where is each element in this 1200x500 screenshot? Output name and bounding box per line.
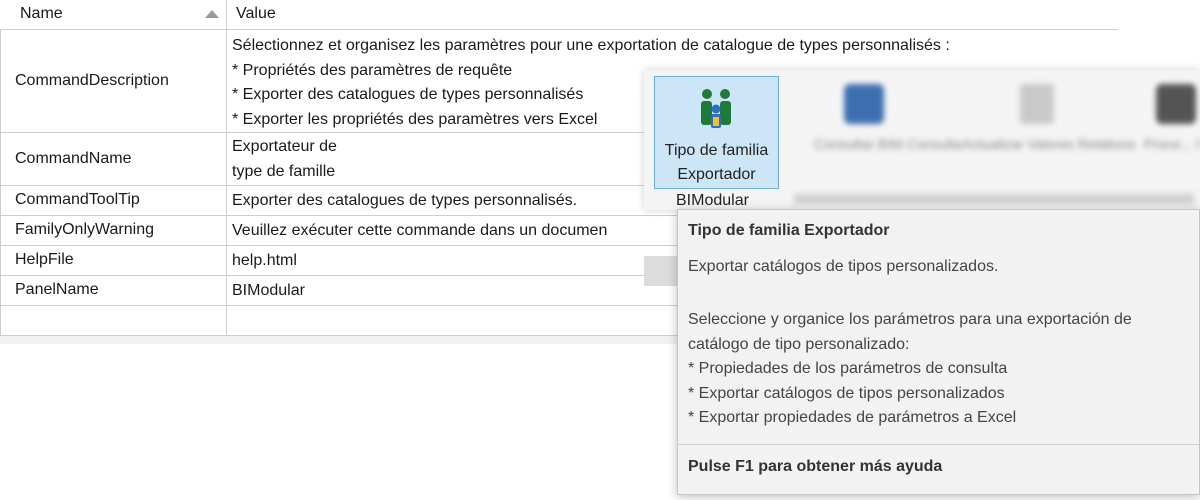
value-column-header[interactable]: Value <box>236 5 276 23</box>
blurred-button-label: Consultar BIM Consulta <box>814 136 962 152</box>
tooltip-description: Exportar catálogos de tipos personalizad… <box>688 258 999 275</box>
property-value[interactable]: Exporter des catalogues de types personn… <box>232 189 577 214</box>
tooltip-body-line: * Exportar propiedades de parámetros a E… <box>688 409 1017 426</box>
process-icon[interactable] <box>1156 84 1196 124</box>
value-line: Sélectionnez et organisez les paramètres… <box>232 37 950 54</box>
property-name: PanelName <box>15 281 99 298</box>
tooltip-title: Tipo de familia Exportador <box>688 222 890 239</box>
blurred-group-labels <box>794 194 1194 204</box>
ribbon-panel: Tipo de familia Exportador BIModular Con… <box>644 70 1200 210</box>
property-value[interactable]: Exportateur de type de famille <box>232 135 337 184</box>
tooltip-body-line: catálogo de tipo personalizado: <box>688 335 910 353</box>
button-tooltip: Tipo de familia Exportador Exportar catá… <box>677 209 1200 495</box>
property-name: HelpFile <box>15 251 74 268</box>
consult-icon[interactable] <box>844 84 884 124</box>
tooltip-body-line: Seleccione y organice los parámetros par… <box>688 311 1132 328</box>
button-label-line1: Tipo de familia <box>664 142 769 159</box>
value-line: Exportateur de <box>232 138 337 155</box>
blurred-button-label: Proce... Recu... <box>1144 136 1200 152</box>
property-name: CommandDescription <box>15 72 169 89</box>
family-type-exporter-button[interactable]: Tipo de familia Exportador <box>654 76 779 189</box>
tooltip-help-hint: Pulse F1 para obtener más ayuda <box>688 458 943 475</box>
tooltip-divider <box>678 444 1199 445</box>
property-value[interactable]: help.html <box>232 249 297 274</box>
update-values-icon[interactable] <box>1020 84 1054 124</box>
name-column-header[interactable]: Name <box>0 0 227 29</box>
blurred-button-label: Actualizar Valores Relativos <box>962 136 1136 152</box>
ribbon-group-label: BIModular <box>676 192 749 209</box>
tooltip-body: Seleccione y organice los parámetros par… <box>688 308 1188 431</box>
property-name: CommandToolTip <box>15 191 140 208</box>
sort-ascending-icon <box>205 10 219 18</box>
scroll-area <box>644 256 678 286</box>
property-name: CommandName <box>15 150 132 167</box>
tooltip-body-line: * Propiedades de los parámetros de consu… <box>688 360 1008 377</box>
property-value[interactable]: BIModular <box>232 279 305 304</box>
button-label-line2: Exportador <box>677 166 756 183</box>
grid-header: Name Value <box>0 0 1118 30</box>
name-header-label: Name <box>20 5 63 22</box>
property-name: FamilyOnlyWarning <box>15 221 154 238</box>
family-type-exporter-icon <box>701 89 731 128</box>
value-line: type de famille <box>232 162 336 180</box>
property-value[interactable]: Veuillez exécuter cette commande dans un… <box>232 219 607 244</box>
tooltip-body-line: * Exportar catálogos de tipos personaliz… <box>688 384 1005 402</box>
